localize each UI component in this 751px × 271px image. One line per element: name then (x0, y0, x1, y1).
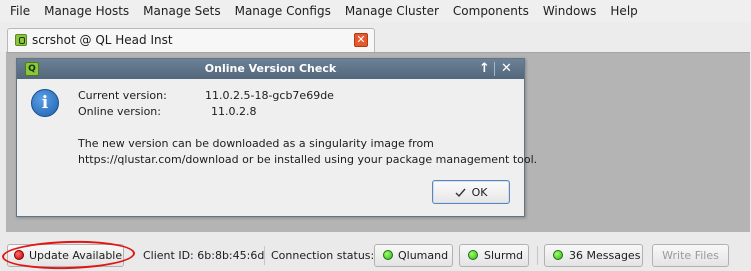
tab-connection[interactable]: scrshot @ QL Head Inst ✕ (7, 28, 375, 52)
menu-file[interactable]: File (3, 0, 37, 22)
ok-label: OK (471, 185, 488, 199)
download-message-line2: https://qlustar.com/download or be insta… (78, 153, 538, 166)
ok-button[interactable]: OK (432, 180, 510, 204)
slurmd-label: Slurmd (484, 249, 524, 262)
tab-strip: scrshot @ QL Head Inst ✕ (0, 22, 751, 52)
messages-button[interactable]: 36 Messages (544, 244, 643, 267)
status-divider (264, 246, 265, 265)
keep-above-button[interactable]: ↑ (476, 61, 493, 77)
dialog-title: Online Version Check (204, 62, 337, 75)
menu-manage-configs[interactable]: Manage Configs (228, 0, 338, 22)
titlebar-divider (494, 62, 495, 76)
status-divider (537, 246, 538, 265)
current-version-label: Current version: (78, 89, 167, 102)
menu-manage-hosts[interactable]: Manage Hosts (37, 0, 136, 22)
write-files-button[interactable]: Write Files (652, 244, 729, 267)
menu-help[interactable]: Help (603, 0, 644, 22)
qlustar-app-icon (15, 34, 27, 46)
status-led-green-icon (383, 250, 393, 260)
online-version-value: 11.0.2.8 (211, 105, 257, 118)
slurmd-status-button[interactable]: Slurmd (459, 244, 529, 267)
menu-bar: File Manage Hosts Manage Sets Manage Con… (0, 0, 751, 22)
qlumand-status-button[interactable]: Qlumand (374, 244, 453, 267)
dialog-titlebar[interactable]: Q Online Version Check ↑ ✕ (17, 59, 524, 79)
qlumand-label: Qlumand (398, 249, 449, 262)
connection-status-label: Connection status: (271, 249, 375, 262)
menu-manage-cluster[interactable]: Manage Cluster (338, 0, 446, 22)
status-led-green-icon (468, 250, 478, 260)
close-icon[interactable]: ✕ (354, 33, 368, 47)
status-bar: Update Available Client ID: 6b:8b:45:6d … (0, 239, 751, 271)
info-icon: i (31, 89, 59, 117)
download-message-line1: The new version can be downloaded as a s… (78, 137, 434, 150)
menu-windows[interactable]: Windows (536, 0, 604, 22)
current-version-value: 11.0.2.5-18-gcb7e69de (205, 89, 334, 102)
dialog-close-button[interactable]: ✕ (498, 61, 515, 77)
version-check-dialog: Q Online Version Check ↑ ✕ i Current ver… (16, 58, 537, 217)
check-icon (455, 187, 466, 198)
client-id: Client ID: 6b:8b:45:6d (143, 249, 265, 262)
menu-components[interactable]: Components (446, 0, 536, 22)
menu-manage-sets[interactable]: Manage Sets (136, 0, 227, 22)
tab-label: scrshot @ QL Head Inst (32, 33, 173, 47)
status-led-green-icon (553, 250, 563, 260)
online-version-label: Online version: (78, 105, 161, 118)
write-files-label: Write Files (662, 249, 719, 262)
messages-label: 36 Messages (569, 249, 641, 262)
